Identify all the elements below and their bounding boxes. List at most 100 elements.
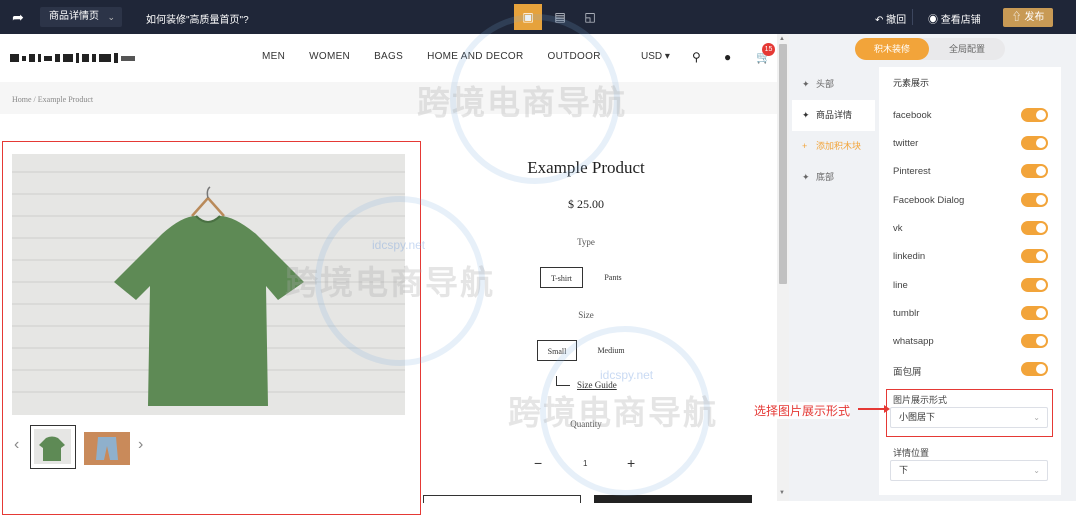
scroll-up-icon[interactable]: ▲: [779, 36, 785, 42]
toggle-label-pinterest: Pinterest: [893, 166, 931, 177]
toggle-breadcrumb[interactable]: [1021, 362, 1048, 376]
add-to-cart-button[interactable]: [423, 495, 581, 503]
breadcrumb[interactable]: Home / Example Product: [12, 95, 93, 104]
nav-item-men[interactable]: MEN: [262, 51, 285, 62]
annotation-arrow: [858, 405, 890, 413]
view-store-label: 查看店铺: [940, 15, 981, 26]
thumbnail-tshirt[interactable]: [30, 425, 76, 469]
watermark-site: idcspy.net: [600, 368, 654, 382]
toggle-twitter[interactable]: [1021, 136, 1048, 150]
quantity-value[interactable]: 1: [583, 459, 587, 468]
watermark-site: idcspy.net: [372, 238, 426, 252]
toggle-whatsapp[interactable]: [1021, 334, 1048, 348]
nav-item-outdoor[interactable]: OUTDOOR: [548, 51, 601, 62]
tab-block-decoration[interactable]: 积木装修: [855, 38, 929, 60]
chevron-down-icon: ⌄: [1033, 413, 1040, 422]
pin-icon: ✦: [802, 110, 810, 120]
toggle-pinterest[interactable]: [1021, 164, 1048, 178]
section-tab-product-detail[interactable]: ✦ 商品详情: [792, 100, 875, 131]
divider: [912, 9, 913, 25]
nav-item-home-decor[interactable]: HOME AND DECOR: [427, 51, 523, 62]
size-option-medium[interactable]: Medium: [593, 340, 629, 361]
toggle-knob: [1036, 251, 1046, 261]
section-tab-label: 底部: [816, 172, 835, 182]
quantity-increase-button[interactable]: +: [627, 455, 635, 471]
page-selector[interactable]: 商品详情页 ⌄: [40, 7, 122, 27]
nav-item-bags[interactable]: BAGS: [374, 51, 403, 62]
nav-item-women[interactable]: WOMEN: [309, 51, 350, 62]
product-price: $ 25.00: [568, 197, 604, 211]
section-tab-footer[interactable]: ✦ 底部: [792, 162, 875, 193]
chevron-down-icon: ⌄: [1033, 466, 1040, 475]
section-title: 元素展示: [893, 78, 930, 88]
toggle-facebook-dialog[interactable]: [1021, 193, 1048, 207]
toggle-facebook[interactable]: [1021, 108, 1048, 122]
size-option-small[interactable]: Small: [537, 340, 577, 361]
image-display-value: 小图居下: [899, 412, 936, 422]
plus-icon: +: [802, 141, 808, 151]
store-nav: MEN WOMEN BAGS HOME AND DECOR OUTDOOR: [262, 51, 625, 62]
desktop-view-button[interactable]: ▣: [514, 4, 542, 30]
toggle-label-facebook: facebook: [893, 110, 932, 121]
quantity-decrease-button[interactable]: −: [534, 455, 542, 471]
store-logo: [10, 51, 135, 65]
brick-wall-background: [12, 154, 405, 415]
thumbnail-pants[interactable]: [84, 432, 130, 465]
toggle-label-linkedin: linkedin: [893, 251, 926, 262]
exit-icon[interactable]: ➦: [10, 9, 26, 25]
account-icon[interactable]: ●: [724, 50, 731, 64]
pin-icon: ✦: [802, 172, 810, 182]
toggle-label-line: line: [893, 280, 908, 291]
image-display-select[interactable]: 小图居下 ⌄: [890, 407, 1048, 428]
buy-now-button[interactable]: [594, 495, 752, 503]
mode-tabs: 积木装修 全局配置: [855, 38, 1005, 60]
add-block-button[interactable]: + 添加积木块: [792, 131, 875, 162]
scroll-thumb[interactable]: [779, 44, 787, 284]
cart-count-badge: 15: [762, 43, 775, 56]
type-option-pants[interactable]: Pants: [598, 267, 628, 288]
help-link[interactable]: 如何装修"高质量首页"?: [146, 11, 249, 26]
detail-position-select[interactable]: 下 ⌄: [890, 460, 1048, 481]
breadcrumb-bar: [0, 82, 777, 114]
currency-selector[interactable]: USD ▾: [641, 51, 670, 62]
toggle-knob: [1036, 166, 1046, 176]
size-label: Size: [578, 310, 594, 320]
toggle-knob: [1036, 110, 1046, 120]
view-store-button[interactable]: ◉ 查看店铺: [928, 11, 981, 26]
toggle-vk[interactable]: [1021, 221, 1048, 235]
publish-button[interactable]: ⇧ 发布: [1003, 8, 1053, 27]
scroll-down-icon[interactable]: ▼: [779, 490, 785, 496]
undo-button[interactable]: ↶ 撤回: [875, 11, 906, 26]
detail-position-value: 下: [899, 465, 909, 475]
toggle-line[interactable]: [1021, 278, 1048, 292]
image-display-label: 图片展示形式: [893, 395, 948, 405]
pin-icon: ✦: [802, 79, 810, 89]
toggle-knob: [1036, 223, 1046, 233]
thumb-prev-icon[interactable]: ‹: [14, 436, 19, 454]
toggle-label-tumblr: tumblr: [893, 308, 920, 319]
toggle-knob: [1036, 280, 1046, 290]
publish-label: 发布: [1024, 12, 1045, 23]
preview-scrollbar[interactable]: ▲ ▼: [777, 34, 789, 501]
toggle-label-facebook-dialog: Facebook Dialog: [893, 195, 965, 206]
toggle-tumblr[interactable]: [1021, 306, 1048, 320]
tab-global-config[interactable]: 全局配置: [929, 38, 1005, 60]
chevron-down-icon: ⌄: [107, 12, 115, 22]
type-option-tshirt[interactable]: T-shirt: [540, 267, 583, 288]
toggle-knob: [1036, 336, 1046, 346]
quantity-label: Quantity: [570, 419, 602, 429]
toggle-linkedin[interactable]: [1021, 249, 1048, 263]
fullscreen-button[interactable]: ◱: [576, 4, 604, 30]
section-tab-label: 头部: [816, 79, 835, 89]
section-tab-label: 添加积木块: [816, 141, 862, 151]
thumb-next-icon[interactable]: ›: [138, 436, 143, 454]
pants-thumb-image: [84, 432, 130, 465]
annotation-label: 选择图片展示形式: [754, 402, 851, 419]
search-icon[interactable]: ⚲: [692, 50, 701, 64]
ruler-icon: [556, 376, 570, 386]
product-main-image[interactable]: [12, 154, 405, 415]
toggle-knob: [1036, 364, 1046, 374]
section-tab-header[interactable]: ✦ 头部: [792, 69, 875, 100]
mobile-view-button[interactable]: ▤: [546, 4, 574, 30]
toggle-label-twitter: twitter: [893, 138, 919, 149]
